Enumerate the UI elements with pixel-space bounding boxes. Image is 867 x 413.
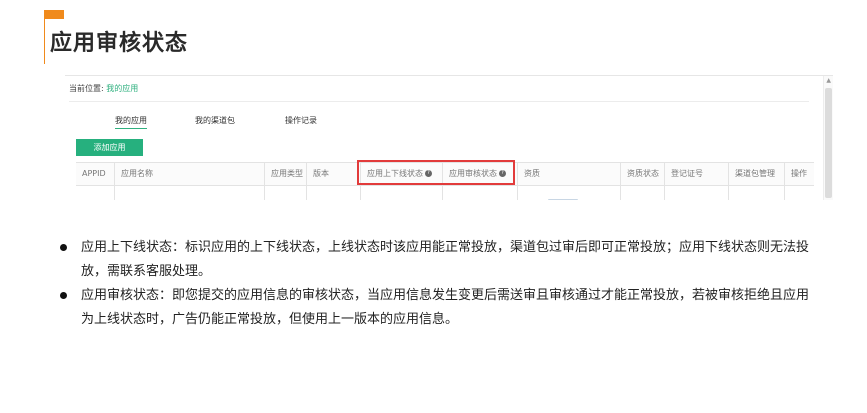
list-item: 应用审核状态：即您提交的应用信息的审核状态，当应用信息发生变更后需送审且审核通过… bbox=[58, 284, 818, 332]
breadcrumb-current-link[interactable]: 我的应用 bbox=[106, 84, 138, 93]
list-item: 应用上下线状态：标识应用的上下线状态，上线状态时该应用能正常投放，渠道包过审后即… bbox=[58, 236, 818, 284]
tab-my-apps[interactable]: 我的应用 bbox=[115, 115, 147, 129]
column-header-label: APPID bbox=[82, 169, 106, 178]
qualification-thumbnail[interactable] bbox=[548, 199, 578, 200]
column-header-registration-number[interactable]: 登记证号 bbox=[664, 163, 728, 185]
column-header-appid[interactable]: APPID bbox=[76, 163, 114, 185]
column-header-channel-package-management[interactable]: 渠道包管理 bbox=[728, 163, 784, 185]
embedded-screenshot: 当前位置: 我的应用 我的应用 我的渠道包 操作记录 添加应用 APPID 应用… bbox=[65, 75, 833, 200]
page-title: 应用审核状态 bbox=[50, 31, 189, 56]
column-header-version[interactable]: 版本 bbox=[306, 163, 360, 185]
table-cell-divider bbox=[360, 185, 361, 200]
table-cell-divider bbox=[517, 185, 518, 200]
column-header-app-type[interactable]: 应用类型 bbox=[264, 163, 306, 185]
column-header-label: 资质状态 bbox=[627, 169, 659, 178]
column-header-label: 操作 bbox=[791, 169, 807, 178]
breadcrumb-prefix: 当前位置: bbox=[69, 84, 104, 93]
column-header-label: 应用类型 bbox=[271, 169, 303, 178]
table-cell-divider bbox=[442, 185, 443, 200]
explanation-list: 应用上下线状态：标识应用的上下线状态，上线状态时该应用能正常投放，渠道包过审后即… bbox=[58, 236, 818, 332]
title-accent-block bbox=[44, 10, 64, 19]
title-accent-line bbox=[44, 19, 45, 64]
breadcrumb: 当前位置: 我的应用 bbox=[69, 83, 138, 94]
tab-operation-log[interactable]: 操作记录 bbox=[285, 115, 317, 126]
table-cell-divider bbox=[264, 185, 265, 200]
bullet-icon bbox=[60, 292, 67, 299]
table-cell-divider bbox=[664, 185, 665, 200]
column-header-qualification-status[interactable]: 资质状态 bbox=[620, 163, 664, 185]
status-columns-highlight-box bbox=[357, 160, 515, 185]
table-cell-divider bbox=[306, 185, 307, 200]
scrollbar-thumb[interactable] bbox=[825, 88, 832, 198]
bullet-icon bbox=[60, 244, 67, 251]
column-header-label: 资质 bbox=[524, 169, 540, 178]
table-cell-divider bbox=[114, 185, 115, 200]
note-online-status: 应用上下线状态：标识应用的上下线状态，上线状态时该应用能正常投放，渠道包过审后即… bbox=[81, 240, 810, 279]
add-app-button[interactable]: 添加应用 bbox=[76, 139, 143, 156]
column-header-qualification[interactable]: 资质 bbox=[517, 163, 620, 185]
vertical-scrollbar[interactable]: ▲ bbox=[823, 76, 833, 200]
note-review-status: 应用审核状态：即您提交的应用信息的审核状态，当应用信息发生变更后需送审且审核通过… bbox=[81, 288, 810, 327]
table-row-divider bbox=[76, 185, 814, 186]
table-cell-divider bbox=[784, 185, 785, 200]
column-header-actions[interactable]: 操作 bbox=[784, 163, 814, 185]
table-cell-divider bbox=[728, 185, 729, 200]
tab-my-channel-packages[interactable]: 我的渠道包 bbox=[195, 115, 235, 126]
scroll-up-arrow-icon[interactable]: ▲ bbox=[826, 78, 831, 84]
breadcrumb-divider bbox=[69, 101, 809, 102]
table-cell-divider bbox=[620, 185, 621, 200]
column-header-app-name[interactable]: 应用名称 bbox=[114, 163, 264, 185]
column-header-label: 登记证号 bbox=[671, 169, 703, 178]
column-header-label: 渠道包管理 bbox=[735, 169, 775, 178]
column-header-label: 版本 bbox=[313, 169, 329, 178]
column-header-label: 应用名称 bbox=[121, 169, 153, 178]
